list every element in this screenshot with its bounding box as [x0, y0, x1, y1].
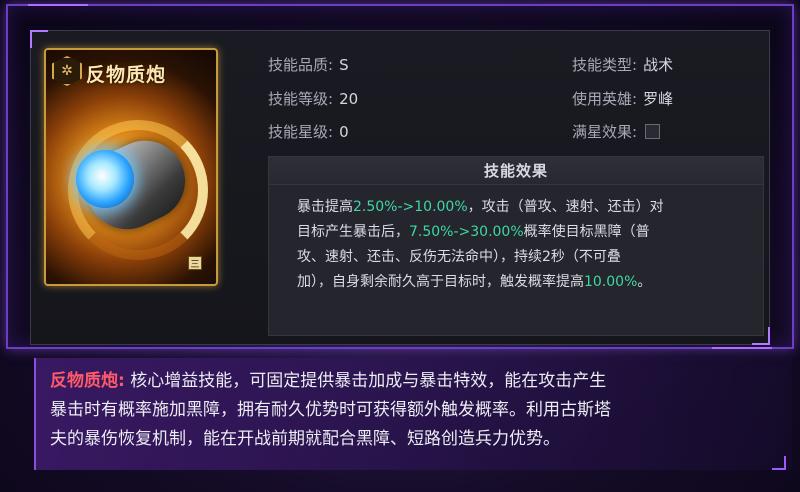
description-line: 夫的暴伤恢复机制，能在开战前期就配合黑障、短路创造兵力优势。 — [50, 429, 560, 449]
effect-text-seg: 概率使目标黑障（普 — [523, 224, 650, 240]
description-corner-deco — [772, 456, 786, 470]
attr-quality: 技能品质: S — [268, 54, 349, 75]
full-star-checkbox[interactable] — [645, 124, 661, 139]
effect-text-seg: 。 — [637, 274, 652, 290]
skill-card[interactable]: ✲ 反物质炮 — [44, 48, 218, 286]
attr-star: 技能星级: 0 — [268, 121, 349, 142]
attr-quality-label: 技能品质: — [268, 56, 334, 74]
attr-quality-value: S — [339, 56, 349, 74]
effect-text-seg: 加），自身剩余耐久高于目标时，触发概率提高 — [297, 274, 584, 290]
attr-star-label: 技能星级: — [268, 123, 334, 141]
attr-level: 技能等级: 20 — [268, 88, 358, 109]
effect-value: 10.00% — [584, 274, 638, 290]
description-line: 核心增益技能，可固定提供暴击加成与暴击特效，能在攻击产生 — [124, 371, 607, 391]
attr-full-star-label: 满星效果: — [572, 123, 638, 141]
skill-description: 反物质炮: 核心增益技能，可固定提供暴击加成与暴击特效，能在攻击产生 暴击时有概… — [34, 358, 792, 470]
cannon-lens — [76, 150, 134, 208]
attr-level-value: 20 — [339, 90, 359, 108]
attr-type-label: 技能类型: — [572, 56, 638, 74]
attr-hero: 使用英雄: 罗峰 — [572, 88, 673, 109]
star-badge-icon: 三 — [188, 256, 202, 270]
panel-corner-top-left — [30, 30, 48, 48]
attr-star-value: 0 — [339, 123, 349, 141]
effect-text-seg: 暴击提高 — [297, 199, 353, 215]
effect-value: 7.50%->30.00% — [409, 224, 524, 240]
effect-text: 暴击提高2.50%->10.00%，攻击（普攻、速射、还击）对 目标产生暴击后，… — [269, 185, 763, 295]
attr-type-value: 战术 — [643, 56, 674, 74]
description-line: 暴击时有概率施加黑障，拥有耐久优势时可获得额外触发概率。利用古斯塔 — [50, 400, 611, 420]
effect-text-seg: ，攻击（普攻、速射、还击）对 — [467, 199, 664, 215]
hex-emblem-icon: ✲ — [52, 56, 82, 86]
skill-effect-box: 技能效果 暴击提高2.50%->10.00%，攻击（普攻、速射、还击）对 目标产… — [268, 156, 764, 336]
attr-level-label: 技能等级: — [268, 90, 334, 108]
description-title: 反物质炮: — [50, 371, 125, 391]
attr-type: 技能类型: 战术 — [572, 54, 673, 75]
card-title: 反物质炮 — [86, 64, 167, 86]
effect-title: 技能效果 — [269, 157, 763, 185]
attr-full-star: 满星效果: — [572, 121, 661, 142]
effect-text-seg: 目标产生暴击后， — [297, 224, 409, 240]
attr-hero-label: 使用英雄: — [572, 90, 638, 108]
effect-text-seg: 攻、速射、还击、反伤无法命中），持续2秒（不可叠 — [297, 249, 621, 265]
effect-value: 2.50%->10.00% — [353, 199, 468, 215]
attr-hero-value: 罗峰 — [643, 90, 674, 108]
